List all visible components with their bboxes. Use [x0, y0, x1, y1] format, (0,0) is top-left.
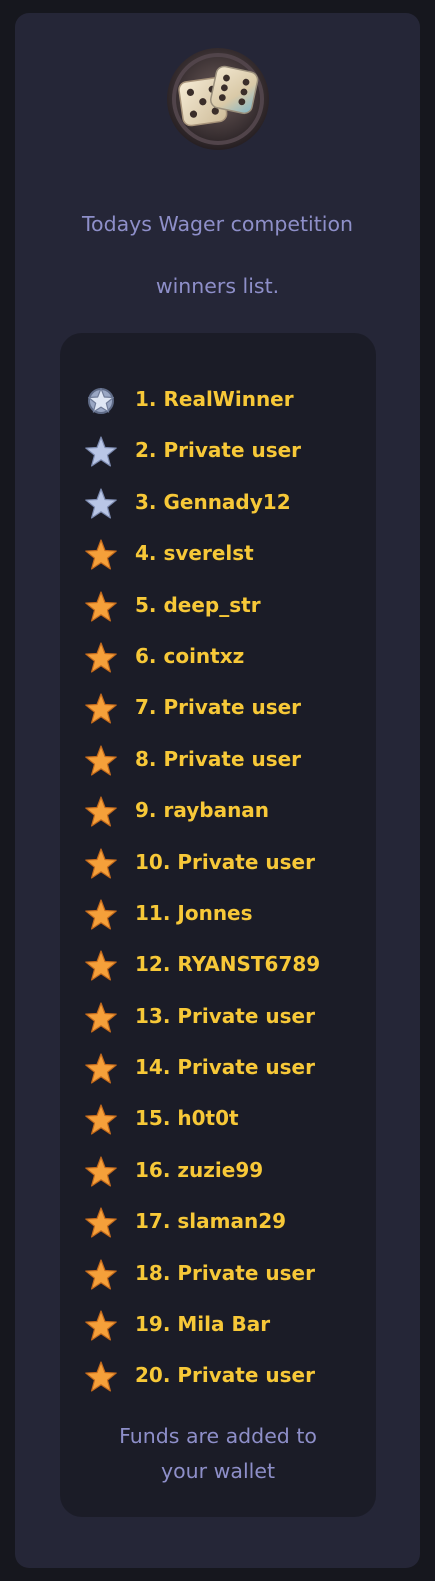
gold-star-icon — [84, 898, 118, 932]
winner-name: 9. raybanan — [135, 798, 270, 823]
list-item: 16. zuzie99 — [60, 1146, 376, 1197]
gold-star-icon — [84, 1155, 118, 1189]
gold-star-icon — [84, 744, 118, 778]
silver-star-icon — [84, 435, 118, 469]
list-item: 2. Private user — [60, 426, 376, 477]
gold-star-icon — [84, 538, 118, 572]
gold-star-icon — [84, 1309, 118, 1343]
list-item: 7. Private user — [60, 683, 376, 734]
winner-name: 18. Private user — [135, 1260, 315, 1285]
list-item: 10. Private user — [60, 838, 376, 889]
winner-name: 3. Gennady12 — [135, 489, 291, 514]
winner-name: 20. Private user — [135, 1363, 315, 1388]
list-item: 18. Private user — [60, 1249, 376, 1300]
gold-star-icon — [84, 1360, 118, 1394]
silver-star-icon — [84, 487, 118, 521]
winner-name: 2. Private user — [135, 438, 302, 463]
list-item: 9. raybanan — [60, 786, 376, 837]
list-item: 17. slaman29 — [60, 1197, 376, 1248]
winner-name: 11. Jonnes — [135, 900, 253, 925]
winner-name: 6. cointxz — [135, 643, 245, 668]
winner-name: 17. slaman29 — [135, 1209, 287, 1234]
list-item: 11. Jonnes — [60, 889, 376, 940]
gold-star-icon — [84, 1103, 118, 1137]
winner-name: 7. Private user — [135, 695, 302, 720]
list-item: 12. RYANST6789 — [60, 940, 376, 991]
list-item: 4. sverelst — [60, 529, 376, 580]
winner-name: 16. zuzie99 — [135, 1157, 264, 1182]
list-item: 3. Gennady12 — [60, 478, 376, 529]
list-item: 1. RealWinner — [60, 375, 376, 426]
winner-name: 19. Mila Bar — [135, 1312, 271, 1337]
gold-star-icon — [84, 847, 118, 881]
winner-name: 8. Private user — [135, 746, 302, 771]
list-item: 15. h0t0t — [60, 1094, 376, 1145]
list-item: 5. deep_str — [60, 581, 376, 632]
winner-name: 4. sverelst — [135, 541, 254, 566]
footer-note-line1: Funds are added to — [119, 1424, 317, 1448]
winners-panel: 1. RealWinner 2. Private user 3. Gennady12… — [60, 333, 376, 1517]
gold-star-icon — [84, 641, 118, 675]
gold-star-icon — [84, 1206, 118, 1240]
winner-name: 15. h0t0t — [135, 1106, 239, 1131]
page-subtitle: winners list. — [155, 274, 280, 298]
winners-list: 1. RealWinner 2. Private user 3. Gennady12… — [60, 375, 376, 1403]
list-item: 19. Mila Bar — [60, 1300, 376, 1351]
list-item: 6. cointxz — [60, 632, 376, 683]
gold-star-icon — [84, 795, 118, 829]
winner-name: 13. Private user — [135, 1003, 315, 1028]
list-item: 13. Private user — [60, 992, 376, 1043]
list-item: 8. Private user — [60, 735, 376, 786]
gold-star-icon — [84, 692, 118, 726]
winner-name: 1. RealWinner — [135, 387, 294, 411]
footer-note-line2: your wallet — [161, 1459, 275, 1483]
gold-star-icon — [84, 949, 118, 983]
dice-icon — [166, 47, 270, 151]
winners-card: Todays Wager competition winners list. 1… — [15, 13, 420, 1568]
winner-name: 10. Private user — [135, 849, 315, 874]
silver-badge-star-icon — [84, 384, 118, 418]
gold-star-icon — [84, 1052, 118, 1086]
list-item: 14. Private user — [60, 1043, 376, 1094]
winner-name: 14. Private user — [135, 1055, 315, 1080]
list-item: 20. Private user — [60, 1351, 376, 1402]
gold-star-icon — [84, 1001, 118, 1035]
winner-name: 5. deep_str — [135, 592, 261, 617]
page-title: Todays Wager competition — [82, 212, 353, 236]
gold-star-icon — [84, 1258, 118, 1292]
gold-star-icon — [84, 590, 118, 624]
winner-name: 12. RYANST6789 — [135, 952, 321, 977]
